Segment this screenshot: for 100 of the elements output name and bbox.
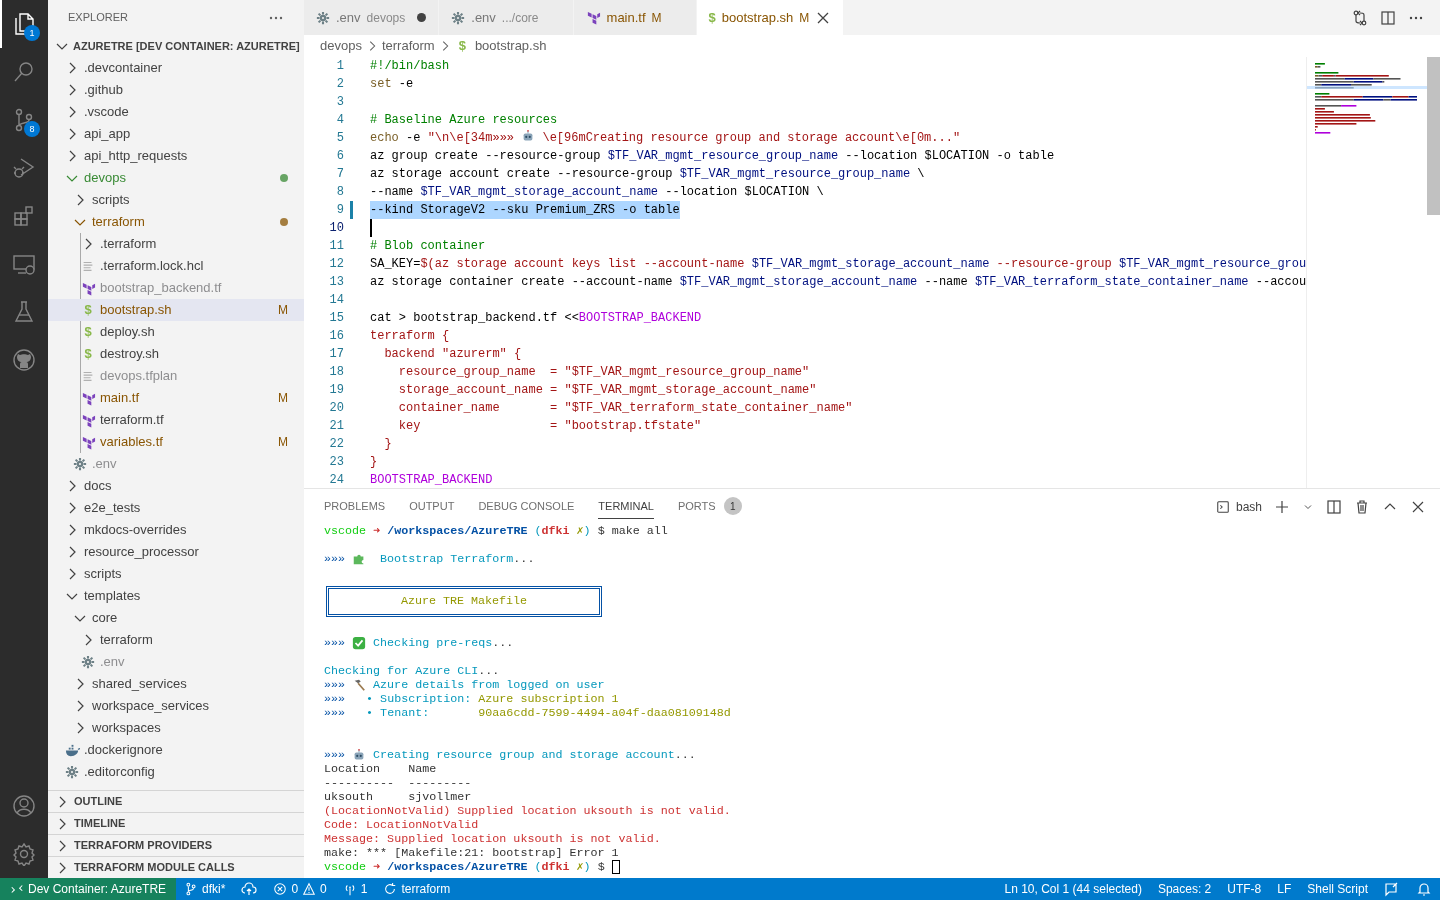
tree-item[interactable]: core [48, 607, 304, 629]
tree-item[interactable]: e2e_tests [48, 497, 304, 519]
scrollbar-thumb[interactable] [1427, 56, 1440, 215]
status-item[interactable]: Shell Script [1299, 878, 1376, 900]
tree-item[interactable]: scripts [48, 189, 304, 211]
git-status-letter: M [278, 302, 288, 319]
tree-item[interactable]: variables.tf M [48, 431, 304, 453]
line-number: 19 [328, 381, 344, 399]
tree-item[interactable]: scripts [48, 563, 304, 585]
lines-icon [81, 259, 95, 273]
section-header[interactable]: TIMELINE [48, 812, 304, 834]
status-item[interactable]: UTF-8 [1219, 878, 1270, 900]
bell-icon [1416, 881, 1432, 897]
monitor-icon[interactable] [12, 252, 36, 276]
status-item[interactable]: dfki* [176, 878, 234, 900]
status-item[interactable]: Dev Container: AzureTRE [0, 878, 177, 900]
account-icon[interactable] [12, 794, 36, 818]
tree-item[interactable]: .editorconfig [48, 761, 304, 783]
section-header[interactable]: TERRAFORM PROVIDERS [48, 834, 304, 856]
tree-item[interactable]: shared_services [48, 673, 304, 695]
gear-icon [65, 765, 79, 779]
circle-logo-icon[interactable] [12, 348, 36, 372]
split-icon[interactable] [1326, 498, 1342, 515]
line-number: 7 [335, 165, 344, 183]
tree-item[interactable]: main.tf M [48, 387, 304, 409]
panel-tab[interactable]: TERMINAL [598, 494, 654, 519]
status-item[interactable]: 1 [334, 878, 376, 900]
terminal-line: »»» [324, 678, 347, 693]
line-number: 21 [328, 417, 344, 435]
tree-item[interactable]: api_app [48, 123, 304, 145]
line-number: 16 [328, 327, 344, 345]
compare-changes-icon[interactable] [1352, 9, 1368, 26]
line-number: 10 [328, 219, 344, 237]
editor-tab[interactable]: .env .../core [439, 0, 574, 35]
status-item[interactable]: LF [1269, 878, 1300, 900]
tree-item[interactable]: docs [48, 475, 304, 497]
tree-item[interactable]: $ destroy.sh [48, 343, 304, 365]
breadcrumb-item[interactable]: terraform [381, 36, 435, 56]
tree-item[interactable]: .vscode [48, 101, 304, 123]
plus-icon[interactable] [1274, 498, 1290, 515]
tree-item[interactable]: $ deploy.sh [48, 321, 304, 343]
code-line: # Blob container [370, 237, 486, 255]
editor-tab[interactable]: .env devops [304, 0, 440, 35]
tree-item[interactable]: templates [48, 585, 304, 607]
status-item[interactable]: 0 0 [265, 878, 335, 900]
flask-icon[interactable] [12, 300, 36, 324]
breadcrumb-item[interactable]: bootstrap.sh [474, 36, 547, 56]
editor-tab[interactable]: main.tf M [573, 0, 697, 35]
blocks-icon [80, 412, 96, 428]
tree-item[interactable]: terraform [48, 211, 304, 233]
terminal-selector[interactable]: bash [1215, 497, 1262, 516]
files-icon[interactable] [12, 12, 36, 36]
tree-item[interactable]: .devcontainer [48, 57, 304, 79]
settings-icon[interactable] [12, 842, 36, 866]
blocks-icon [80, 390, 96, 406]
code-line: az storage account create --resource-group $TF_VAR_mgmt_resource_group_name \ [370, 165, 925, 183]
tree-item[interactable]: devops [48, 167, 304, 189]
blocks-icon [585, 10, 601, 25]
branch-icon [184, 882, 199, 896]
editor-tab[interactable]: $ bootstrap.sh M [696, 0, 845, 35]
tree-item[interactable]: terraform [48, 629, 304, 651]
search-icon[interactable] [12, 60, 36, 84]
tree-item[interactable]: resource_processor [48, 541, 304, 563]
line-number: 23 [328, 453, 344, 471]
code-line: az storage container create --account-name $TF_VAR_mgmt_storage_account_name --name $TF_VAR_terraform_state_container_name --accou [370, 273, 1307, 291]
tree-item[interactable]: mkdocs-overrides [48, 519, 304, 541]
status-item[interactable]: terraform [375, 878, 459, 900]
line-number: 9 [335, 201, 344, 219]
count-badge: 8 [24, 121, 40, 137]
panel-tab[interactable]: PROBLEMS [324, 494, 386, 519]
line-number: 14 [328, 291, 344, 309]
tree-item[interactable]: .github [48, 79, 304, 101]
status-item[interactable]: Ln 10, Col 1 (44 selected) [996, 878, 1150, 900]
terminal-line: Creating resource group and storage account... [372, 748, 696, 763]
tree-item[interactable]: api_http_requests [48, 145, 304, 167]
status-item[interactable]: Spaces: 2 [1149, 878, 1220, 900]
panel-tab[interactable]: DEBUG CONSOLE [478, 494, 575, 519]
tree-item[interactable]: terraform.tf [48, 409, 304, 431]
tree-item[interactable]: workspaces [48, 717, 304, 739]
line-number: 11 [328, 237, 344, 255]
folder-header[interactable]: AZURETRE [DEV CONTAINER: AZURETRE] [48, 35, 304, 57]
tree-item[interactable]: .dockerignore [48, 739, 304, 761]
split-editor-icon[interactable] [1380, 9, 1396, 26]
tree-item[interactable]: $ bootstrap.sh M [48, 299, 304, 321]
dollar-icon: $ [84, 322, 92, 342]
tree-item[interactable]: .terraform.lock.hcl [48, 255, 304, 277]
line-number: 3 [335, 93, 344, 111]
code-line: } [383, 435, 392, 453]
section-header[interactable]: OUTLINE [48, 790, 304, 812]
trash-icon[interactable] [1354, 498, 1370, 515]
line-number: 20 [328, 399, 344, 417]
extensions-icon[interactable] [12, 204, 36, 228]
tree-item[interactable]: .terraform [48, 233, 304, 255]
terminal-line: »»» • Tenant: 90aa6cdd-7599-4494-a04f-daa08109148d [324, 706, 731, 721]
run-debug-icon[interactable] [12, 156, 36, 180]
panel-tab[interactable]: PORTS 1 [677, 494, 742, 519]
panel-tab[interactable]: OUTPUT [409, 494, 455, 519]
terminal-line: Checking pre-reqs... [372, 636, 514, 651]
breadcrumb-item[interactable]: devops [320, 36, 362, 56]
tree-item[interactable]: workspace_services [48, 695, 304, 717]
